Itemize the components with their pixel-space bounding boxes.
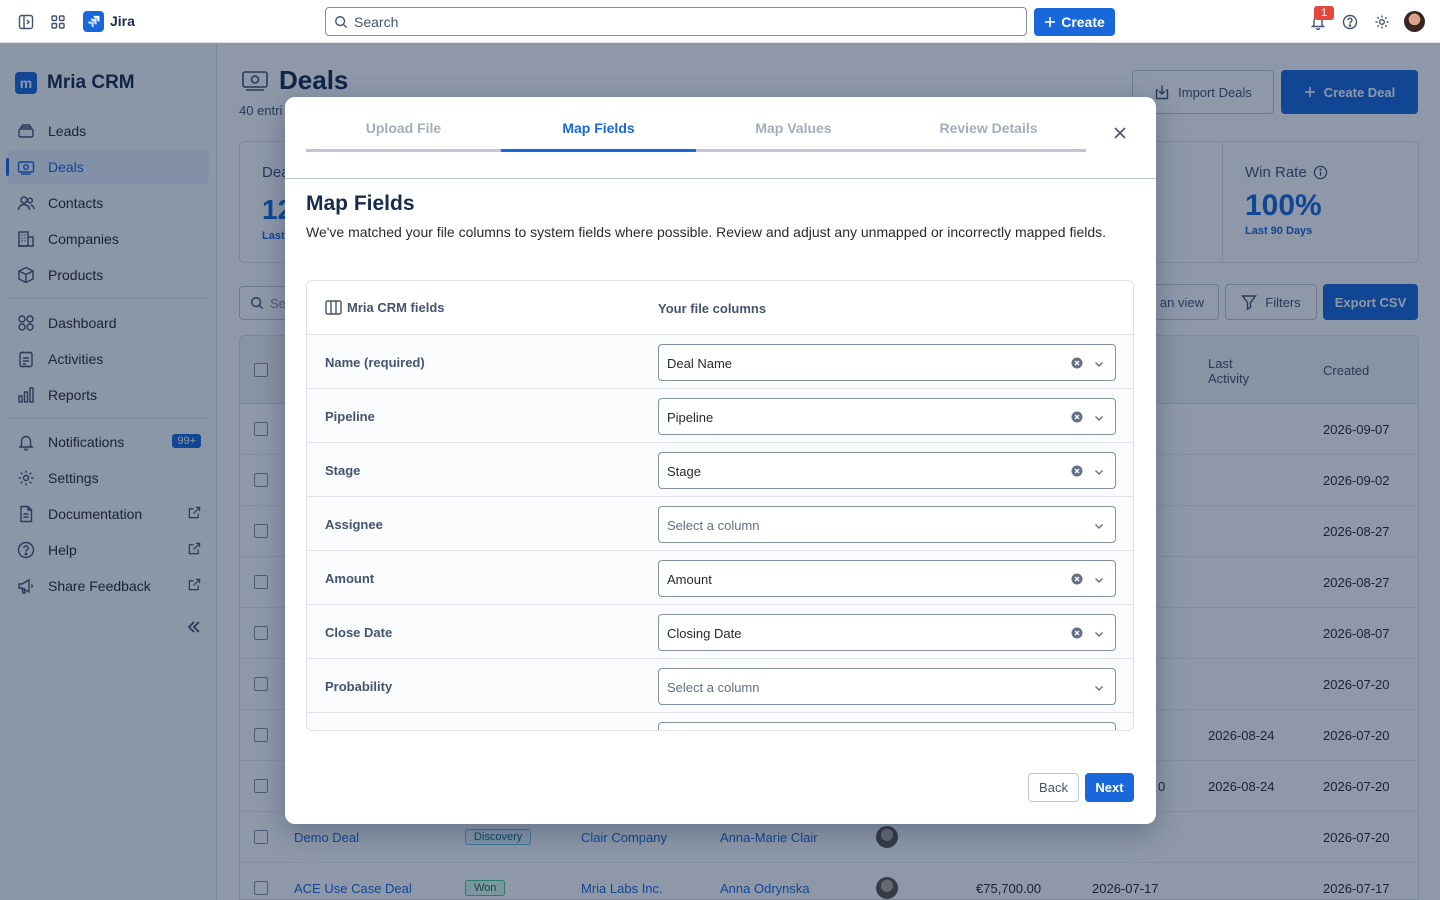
back-button[interactable]: Back [1028, 773, 1079, 802]
field-mapping-table: Mria CRM fields Your file columns Name (… [306, 280, 1134, 731]
column-select[interactable]: Pipeline [658, 398, 1116, 435]
user-avatar[interactable] [1404, 11, 1425, 32]
column-select[interactable]: Amount [658, 560, 1116, 597]
modal-description: We've matched your file columns to syste… [306, 224, 1107, 240]
clear-icon[interactable] [1071, 411, 1083, 423]
column-select[interactable]: Stage [658, 452, 1116, 489]
columns-icon [325, 300, 342, 315]
select-placeholder: Select a column [667, 518, 760, 533]
crm-fields-header: Mria CRM fields [325, 300, 445, 315]
mapping-row: Pipeline Pipeline [307, 389, 1133, 443]
clear-icon[interactable] [1071, 627, 1083, 639]
crm-fields-label: Mria CRM fields [347, 300, 445, 315]
step-map-values[interactable]: Map Values [696, 97, 891, 152]
next-button[interactable]: Next [1085, 773, 1134, 802]
crm-field-label: Close Date [325, 625, 393, 640]
crm-field-label: Assignee [325, 517, 383, 532]
step-upload-file[interactable]: Upload File [306, 97, 501, 152]
crm-field-label: Stage [325, 463, 361, 478]
jira-logo-icon[interactable] [83, 11, 104, 32]
help-icon[interactable] [1340, 12, 1360, 32]
select-value: Amount [667, 572, 712, 587]
mapping-row: Amount Amount [307, 551, 1133, 605]
chevron-down-icon[interactable] [1093, 358, 1105, 370]
select-value: Closing Date [667, 626, 742, 641]
mapping-row [307, 713, 1133, 730]
column-select[interactable]: Deal Name [658, 344, 1116, 381]
select-value: Deal Name [667, 356, 733, 371]
top-bar: Jira Create 1 [0, 0, 1440, 43]
column-select[interactable]: Closing Date [658, 614, 1116, 651]
select-placeholder: Select a column [667, 680, 760, 695]
column-select[interactable] [658, 722, 1116, 730]
mapping-row: Probability Select a column [307, 659, 1133, 713]
chevron-down-icon[interactable] [1093, 682, 1105, 694]
chevron-down-icon[interactable] [1093, 574, 1105, 586]
mapping-row: Assignee Select a column [307, 497, 1133, 551]
create-button-label: Create [1061, 14, 1105, 30]
search-input[interactable] [354, 13, 994, 30]
chevron-down-icon[interactable] [1093, 628, 1105, 640]
select-value: Pipeline [667, 410, 714, 425]
chevron-down-icon[interactable] [1093, 412, 1105, 424]
crm-field-label: Probability [325, 679, 393, 694]
mapping-row: Close Date Closing Date [307, 605, 1133, 659]
search-icon [334, 15, 348, 29]
clear-icon[interactable] [1071, 573, 1083, 585]
app-name[interactable]: Jira [110, 13, 135, 29]
create-button[interactable]: Create [1034, 8, 1115, 36]
step-review-details[interactable]: Review Details [891, 97, 1086, 152]
chevron-down-icon[interactable] [1093, 520, 1105, 532]
import-wizard-modal: Upload File Map Fields Map Values Review… [285, 97, 1156, 824]
close-icon[interactable] [1111, 124, 1129, 142]
column-select[interactable]: Select a column [658, 506, 1116, 543]
column-select[interactable]: Select a column [658, 668, 1116, 705]
crm-field-label: Name (required) [325, 355, 425, 370]
gear-icon[interactable] [1372, 12, 1392, 32]
mapping-row: Name (required) Deal Name [307, 335, 1133, 389]
chevron-down-icon[interactable] [1093, 466, 1105, 478]
modal-title: Map Fields [306, 192, 415, 215]
crm-field-label: Pipeline [325, 409, 375, 424]
step-map-fields[interactable]: Map Fields [501, 97, 696, 152]
select-value: Stage [667, 464, 701, 479]
crm-field-label: Amount [325, 571, 375, 586]
mapping-row: Stage Stage [307, 443, 1133, 497]
plus-icon [1044, 16, 1056, 28]
notification-badge: 1 [1314, 6, 1334, 20]
global-search[interactable] [325, 7, 1027, 36]
mapping-header: Mria CRM fields Your file columns [307, 281, 1133, 335]
clear-icon[interactable] [1071, 465, 1083, 477]
file-columns-header: Your file columns [658, 301, 767, 316]
app-switcher-icon[interactable] [48, 12, 68, 32]
clear-icon[interactable] [1071, 357, 1083, 369]
sidebar-toggle-icon[interactable] [16, 12, 36, 32]
wizard-steps: Upload File Map Fields Map Values Review… [306, 97, 1087, 152]
modal-header-divider [285, 178, 1156, 179]
